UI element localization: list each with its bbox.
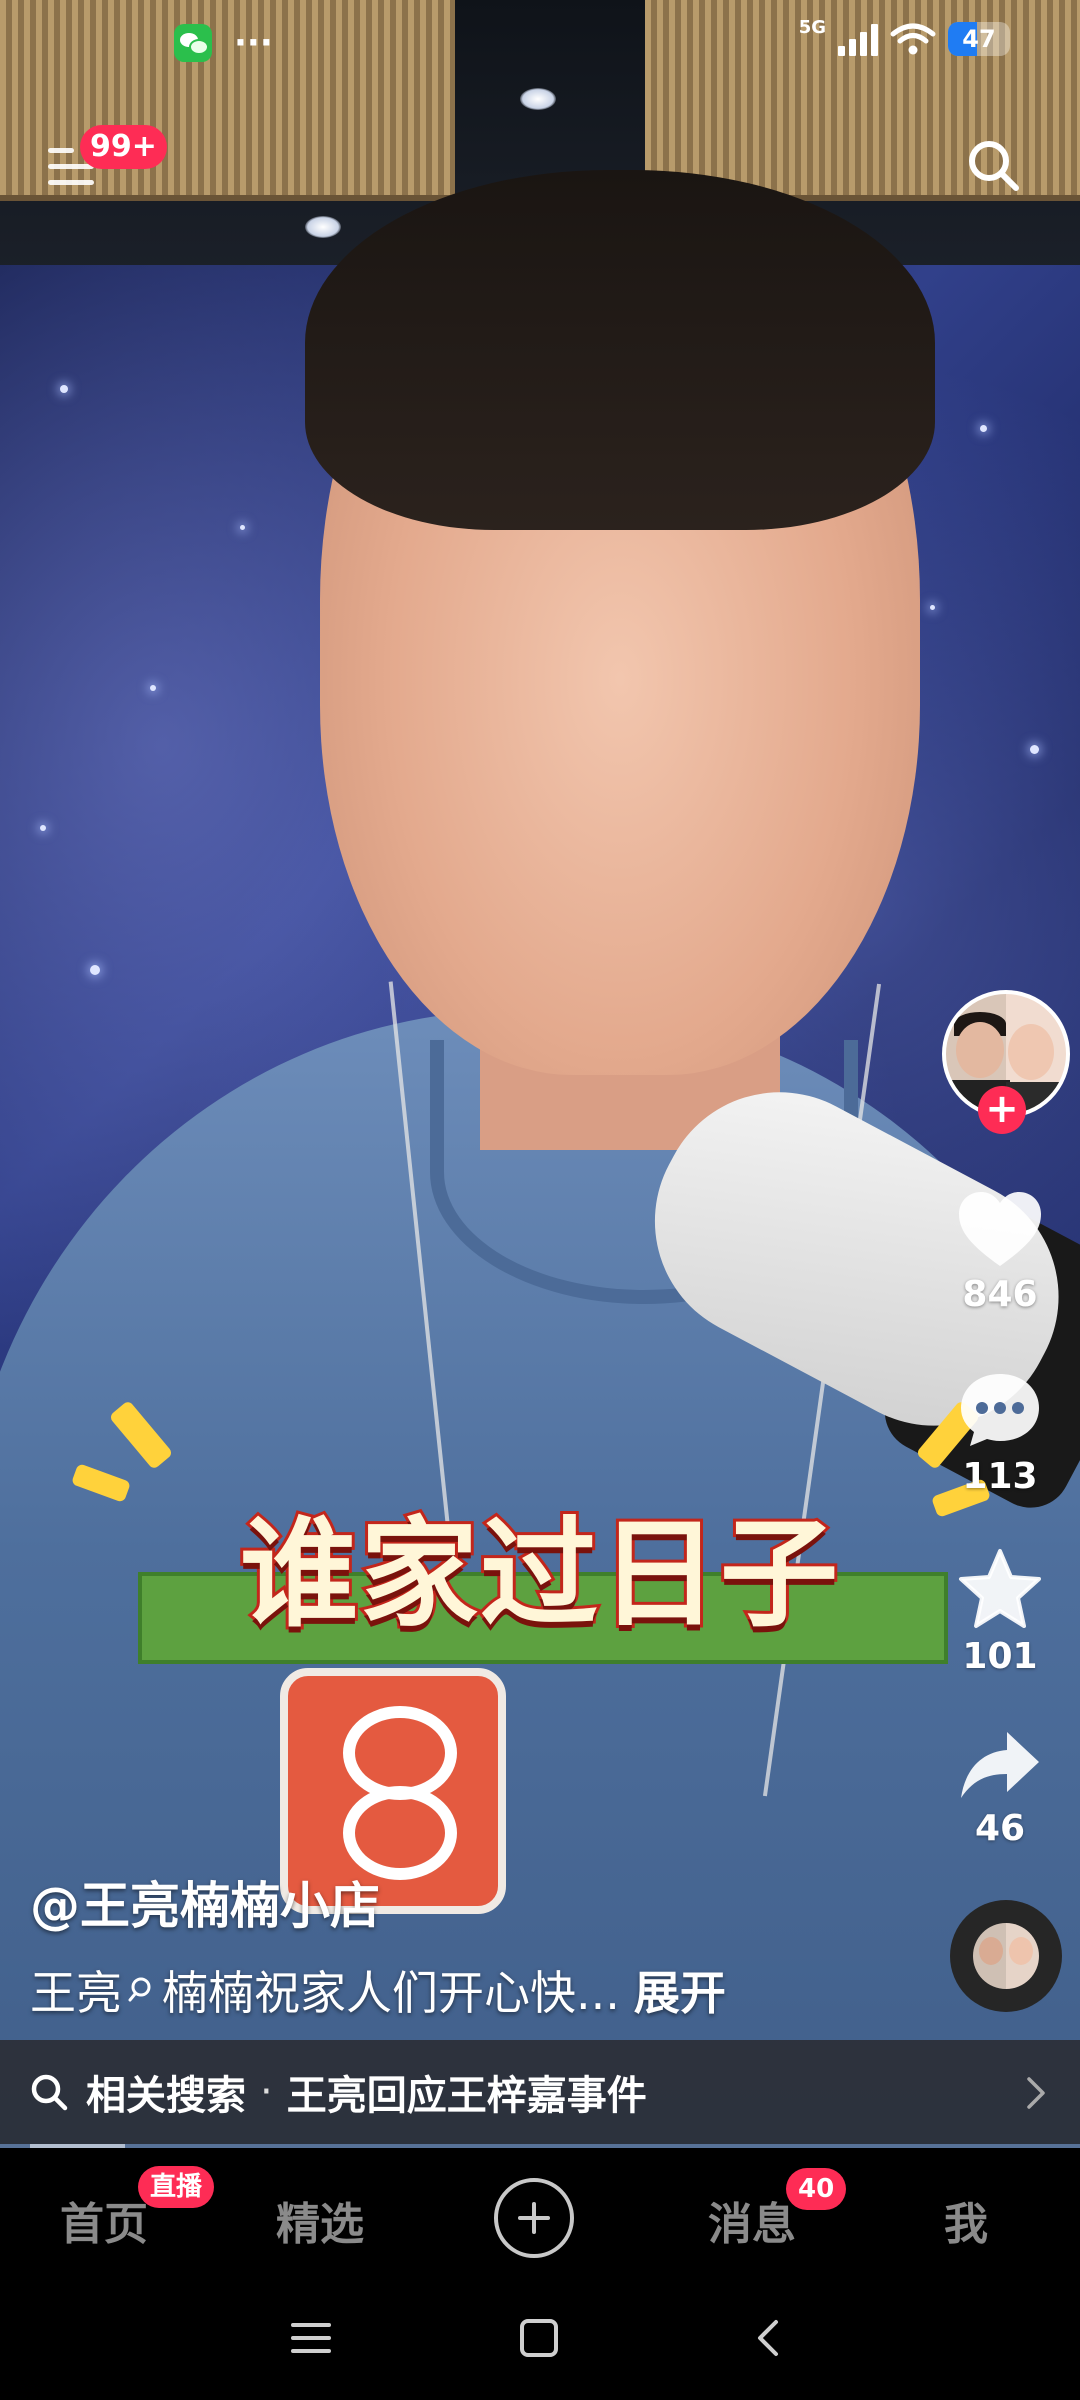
video-star <box>60 385 68 393</box>
menu-line <box>48 148 74 153</box>
more-notifications-indicator: ··· <box>234 23 273 63</box>
signal-bar <box>849 39 856 56</box>
video-star <box>150 685 156 691</box>
tab-messages[interactable]: 消息 <box>708 2188 796 2252</box>
chevron-right-icon <box>1027 2077 1045 2109</box>
tab-me[interactable]: 我 <box>944 2188 988 2252</box>
live-badge: 直播 <box>138 2166 215 2208</box>
video-ceiling-light <box>520 88 556 110</box>
video-star <box>240 525 245 530</box>
screen: 谁家过日子 ··· 5G 47 99+ + 846 113 101 46 @王亮… <box>0 0 1080 2400</box>
related-search-separator: · <box>260 2069 273 2115</box>
related-search-label: 相关搜索 <box>86 2073 246 2119</box>
video-person-hair <box>305 170 935 530</box>
share-count: 46 <box>974 1808 1026 1849</box>
wechat-notification-icon <box>174 24 212 62</box>
status-right: 5G 47 <box>799 17 1010 56</box>
favorite-count: 101 <box>962 1636 1038 1677</box>
signal-bar <box>871 24 878 56</box>
back-icon[interactable] <box>752 2318 784 2358</box>
music-disc-icon[interactable] <box>950 1900 1062 2012</box>
search-icon[interactable] <box>966 138 1020 192</box>
like-button[interactable]: 846 <box>920 1190 1080 1315</box>
music-disc-cover <box>973 1923 1039 1989</box>
status-bar: ··· 5G 47 <box>0 0 1080 90</box>
create-post-button[interactable] <box>494 2178 574 2258</box>
expand-button[interactable]: 展开 <box>634 1957 726 2023</box>
bottom-tab-bar: 首页 直播 精选 消息 40 我 <box>0 2148 1080 2288</box>
tab-home[interactable]: 首页 <box>60 2188 148 2252</box>
comment-icon <box>961 1374 1039 1446</box>
comment-button[interactable]: 113 <box>920 1370 1080 1497</box>
search-icon <box>31 2074 68 2111</box>
related-search-query[interactable]: 王亮回应王梓嘉事件 <box>287 2063 647 2121</box>
battery-icon: 47 <box>948 22 1010 56</box>
system-navigation-bar <box>0 2288 1080 2400</box>
description-text: 楠楠祝家人们开心快... <box>162 1966 620 2020</box>
video-player[interactable]: 谁家过日子 <box>0 0 1080 2148</box>
video-star <box>930 605 935 610</box>
network-type: 5G <box>798 16 826 38</box>
star-icon <box>959 1549 1041 1628</box>
signal-bar <box>860 32 867 56</box>
follow-button[interactable]: + <box>978 1086 1026 1134</box>
menu-notification-badge: 99+ <box>80 125 167 169</box>
description-tag[interactable]: 王亮 <box>30 1957 122 2023</box>
related-search-bar[interactable]: 相关搜索 · 王亮回应王梓嘉事件 <box>0 2040 1080 2144</box>
video-star <box>90 965 100 975</box>
avatar-figure <box>1008 1024 1054 1080</box>
comment-count: 113 <box>962 1456 1038 1497</box>
favorite-button[interactable]: 101 <box>920 1548 1080 1677</box>
recent-apps-icon[interactable] <box>290 2318 332 2358</box>
heart-icon <box>959 1192 1041 1266</box>
wifi-icon <box>890 23 936 55</box>
menu-line <box>48 164 94 169</box>
video-ceiling-light <box>305 216 341 238</box>
battery-percent: 47 <box>962 25 996 53</box>
like-count: 846 <box>962 1274 1038 1315</box>
status-left: ··· <box>80 24 273 62</box>
share-arrow-icon <box>961 1732 1039 1798</box>
author-name[interactable]: @王亮楠楠小店 <box>30 1866 380 1938</box>
plus-icon <box>518 2202 550 2234</box>
signal-bar <box>838 46 845 56</box>
signal-strength-icon <box>838 22 878 56</box>
tab-featured[interactable]: 精选 <box>276 2188 364 2252</box>
menu-line <box>48 180 94 185</box>
video-star <box>1030 745 1039 754</box>
avatar-figure <box>956 1022 1004 1078</box>
video-caption-sticker: 谁家过日子 <box>237 1502 841 1646</box>
messages-badge: 40 <box>786 2168 847 2210</box>
post-description[interactable]: 王亮 楠楠祝家人们开心快... 展开 <box>30 1957 726 2023</box>
share-button[interactable]: 46 <box>920 1728 1080 1849</box>
video-star <box>980 425 987 432</box>
home-icon[interactable] <box>518 2318 560 2358</box>
video-star <box>40 825 46 831</box>
inline-search-icon <box>128 1977 151 2002</box>
